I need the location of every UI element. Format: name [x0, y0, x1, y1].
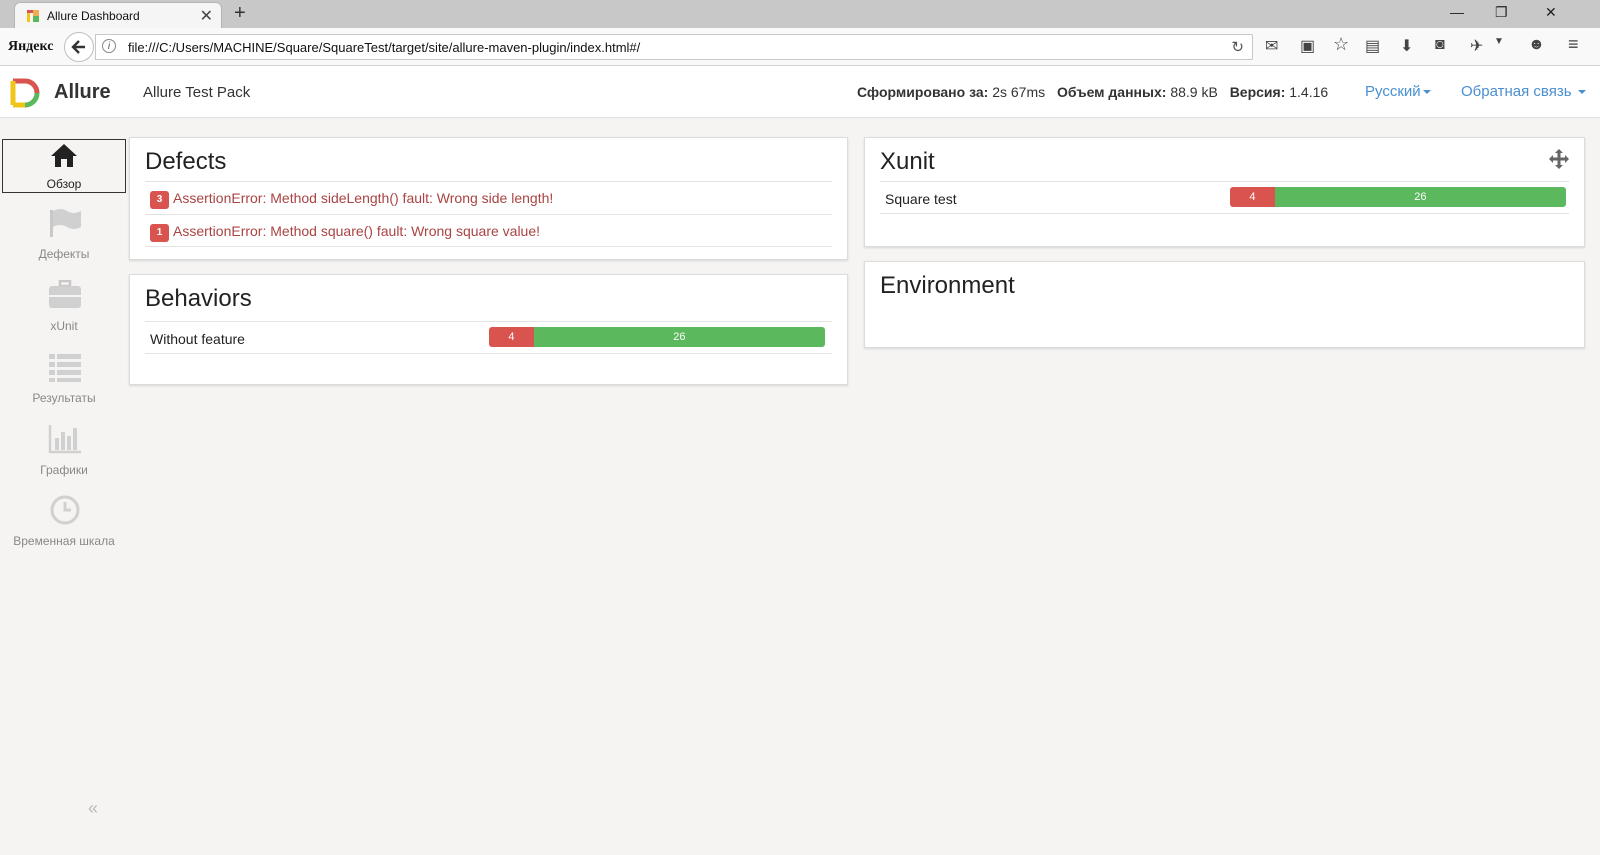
brand-title[interactable]: Allure: [54, 81, 111, 104]
widget-title: Defects: [145, 148, 227, 175]
tab-title: Allure Dashboard: [47, 9, 140, 23]
defect-count-badge: 1: [150, 224, 169, 242]
report-stats: Сформировано за: 2s 67ms Объем данных: 8…: [857, 84, 1328, 100]
address-bar[interactable]: i file:///C:/Users/MACHINE/Square/Square…: [95, 34, 1253, 60]
passed-segment: 26: [533, 327, 825, 347]
pocket-icon[interactable]: ◙: [1435, 36, 1445, 54]
side-menu: Обзор Дефекты xUnit Результаты Графики В…: [0, 118, 128, 855]
side-item-overview[interactable]: Обзор: [2, 139, 126, 193]
defect-row[interactable]: 3 AssertionError: Method sideLength() fa…: [145, 181, 832, 214]
feedback-label: Обратная связь: [1461, 83, 1572, 100]
version-label: Версия:: [1229, 84, 1286, 100]
side-item-label: Графики: [40, 463, 88, 477]
caret-down-icon: [1422, 90, 1431, 95]
xunit-widget: Xunit Square test 4 26: [864, 137, 1585, 247]
browser-navbar: Яндекс i file:///C:/Users/MACHINE/Square…: [0, 28, 1600, 66]
xunit-row[interactable]: Square test 4 26: [880, 181, 1569, 214]
behaviors-widget: Behaviors Without feature 4 26: [129, 274, 848, 385]
new-tab-button[interactable]: +: [234, 2, 246, 25]
briefcase-icon: [49, 280, 81, 308]
side-item-timeline[interactable]: Временная шкала: [0, 493, 128, 565]
allure-favicon-icon: [27, 10, 39, 22]
back-arrow-icon: [71, 40, 85, 54]
size-value: 88.9 kB: [1170, 84, 1218, 100]
generated-label: Сформировано за:: [857, 84, 989, 100]
close-tab-icon[interactable]: ✕: [200, 6, 213, 26]
allure-logo-icon[interactable]: [10, 78, 40, 108]
flag-icon: [50, 209, 81, 237]
home-icon: [51, 144, 77, 167]
caret-down-icon: [1577, 90, 1586, 95]
move-icon[interactable]: [1548, 148, 1570, 170]
version-value: 1.4.16: [1289, 84, 1329, 100]
side-item-xunit[interactable]: xUnit: [0, 278, 128, 350]
widget-title: Xunit: [880, 148, 935, 175]
bar-chart-icon: [48, 425, 81, 454]
defect-message-link[interactable]: AssertionError: Method square() fault: W…: [173, 223, 540, 239]
language-label: Русский: [1365, 83, 1421, 100]
environment-widget: Environment: [864, 261, 1585, 348]
report-name: Allure Test Pack: [143, 84, 251, 101]
side-item-results[interactable]: Результаты: [0, 350, 128, 422]
account-icon[interactable]: ☻: [1528, 36, 1545, 54]
side-item-label: xUnit: [50, 319, 78, 333]
info-icon[interactable]: i: [102, 39, 116, 53]
stats-bar: 4 26: [489, 327, 825, 347]
side-item-defects[interactable]: Дефекты: [0, 206, 128, 278]
size-label: Объем данных:: [1057, 84, 1167, 100]
clock-icon: [50, 495, 80, 525]
widget-title: Behaviors: [145, 285, 252, 312]
minimize-icon[interactable]: —: [1450, 4, 1464, 20]
side-item-label: Обзор: [46, 177, 82, 191]
defect-message-link[interactable]: AssertionError: Method sideLength() faul…: [173, 190, 553, 206]
close-window-icon[interactable]: ✕: [1545, 4, 1557, 21]
language-dropdown[interactable]: Русский: [1365, 83, 1431, 100]
mail-icon[interactable]: ✉: [1265, 36, 1278, 56]
side-item-label: Результаты: [32, 391, 96, 405]
app-header: Allure Allure Test Pack Сформировано за:…: [0, 66, 1600, 118]
browser-tabstrip: Allure Dashboard ✕ + — ❐ ✕: [0, 0, 1600, 28]
testsuite-name[interactable]: Square test: [885, 191, 957, 207]
screenshot-icon[interactable]: ▣: [1300, 36, 1315, 56]
yandex-logo[interactable]: Яндекс: [8, 39, 53, 55]
defect-count-badge: 3: [150, 191, 169, 209]
side-item-graphs[interactable]: Графики: [0, 422, 128, 494]
generated-value: 2s 67ms: [992, 84, 1046, 100]
browser-tab[interactable]: Allure Dashboard ✕: [14, 2, 222, 28]
side-item-label: Дефекты: [38, 247, 90, 261]
defect-row[interactable]: 1 AssertionError: Method square() fault:…: [145, 214, 832, 247]
reload-icon[interactable]: ↻: [1231, 38, 1244, 56]
extension-dropdown-icon[interactable]: ▼: [1494, 36, 1504, 47]
menu-icon[interactable]: ≡: [1568, 34, 1579, 55]
defects-widget: Defects 3 AssertionError: Method sideLen…: [129, 137, 848, 260]
passed-segment: 26: [1274, 187, 1566, 207]
restore-icon[interactable]: ❐: [1495, 4, 1508, 21]
list-icon: [49, 354, 81, 382]
failed-segment: 4: [1230, 187, 1275, 207]
back-button[interactable]: [64, 32, 94, 62]
stats-bar: 4 26: [1230, 187, 1566, 207]
extension-icon[interactable]: ✈: [1470, 36, 1483, 56]
bookmark-star-icon[interactable]: ☆: [1333, 34, 1349, 55]
feature-name[interactable]: Without feature: [150, 331, 245, 347]
download-icon[interactable]: ⬇: [1400, 36, 1413, 56]
behavior-row[interactable]: Without feature 4 26: [145, 321, 832, 354]
side-item-label: Временная шкала: [13, 534, 115, 548]
failed-segment: 4: [489, 327, 534, 347]
collapse-menu-icon[interactable]: «: [88, 798, 98, 819]
feedback-dropdown[interactable]: Обратная связь: [1461, 83, 1586, 100]
url-text[interactable]: file:///C:/Users/MACHINE/Square/SquareTe…: [128, 40, 640, 55]
reading-list-icon[interactable]: ▤: [1365, 36, 1380, 56]
widget-title: Environment: [880, 272, 1015, 299]
